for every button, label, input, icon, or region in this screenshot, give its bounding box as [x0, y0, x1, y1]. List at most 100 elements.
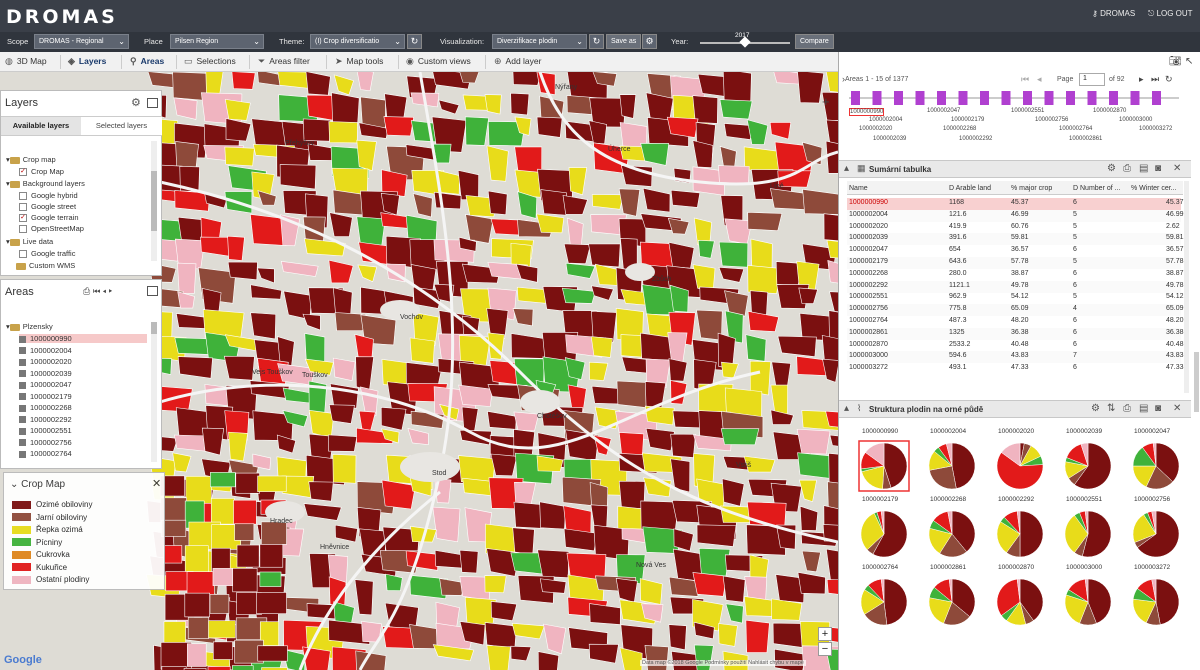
field-parcel[interactable]: [187, 643, 207, 667]
field-parcel[interactable]: [328, 404, 355, 424]
selector-marker[interactable]: [937, 91, 946, 105]
layer-google-hybrid[interactable]: Google hybrid: [19, 191, 78, 201]
pie-chart[interactable]: [926, 440, 978, 492]
tab-add-layer[interactable]: ⊕ Add layer: [494, 56, 541, 67]
field-parcel[interactable]: [259, 571, 282, 587]
field-parcel[interactable]: [187, 617, 210, 639]
field-parcel[interactable]: [256, 592, 287, 614]
field-parcel[interactable]: [459, 549, 479, 574]
field-parcel[interactable]: [259, 544, 284, 568]
selector-marker[interactable]: [1066, 91, 1075, 105]
tab-areas[interactable]: ⚲ Areas: [130, 56, 164, 67]
settings-button[interactable]: ⚙: [642, 34, 657, 49]
right-panel-scrollbar[interactable]: [1194, 352, 1199, 412]
tab-selected-layers[interactable]: Selected layers: [81, 116, 162, 136]
place-select[interactable]: Pilsen Region ⌄: [170, 34, 264, 49]
field-parcel[interactable]: [233, 499, 257, 525]
area-list-item[interactable]: 1000002039: [19, 369, 72, 378]
field-parcel[interactable]: [236, 544, 260, 568]
field-parcel[interactable]: [749, 290, 769, 316]
field-parcel[interactable]: [207, 666, 231, 670]
area-list-item[interactable]: 1000002047: [19, 380, 72, 389]
layer-openstreetmap[interactable]: OpenStreetMap: [19, 224, 84, 234]
field-parcel[interactable]: [209, 594, 230, 614]
field-parcel[interactable]: [163, 545, 183, 564]
close-icon[interactable]: ✕: [152, 477, 161, 490]
pager-next-icon[interactable]: ▸: [1139, 74, 1144, 85]
first-page-icon[interactable]: ⏮: [93, 286, 101, 296]
checkbox-icon[interactable]: [19, 225, 27, 234]
field-parcel[interactable]: [210, 472, 236, 488]
field-parcel[interactable]: [279, 164, 317, 190]
zoom-out-button[interactable]: −: [818, 642, 832, 656]
tab-selections[interactable]: ▭ Selections: [184, 56, 236, 67]
chevron-down-icon[interactable]: ⌄: [10, 479, 21, 490]
field-parcel[interactable]: [747, 212, 783, 231]
field-parcel[interactable]: [261, 521, 287, 545]
field-parcel[interactable]: [668, 358, 688, 382]
minimize-icon[interactable]: [147, 98, 158, 108]
field-parcel[interactable]: [590, 336, 613, 358]
field-parcel[interactable]: [484, 575, 507, 593]
zoom-in-button[interactable]: +: [818, 627, 832, 641]
prev-icon[interactable]: ◂: [103, 286, 106, 296]
field-parcel[interactable]: [302, 118, 331, 142]
pie-chart[interactable]: [1062, 440, 1114, 492]
gear-icon[interactable]: ⚙: [1091, 403, 1100, 414]
field-parcel[interactable]: [540, 189, 567, 216]
field-parcel[interactable]: [224, 99, 251, 121]
save-icon[interactable]: ▤: [1139, 403, 1148, 414]
field-parcel[interactable]: [384, 93, 408, 120]
save-icon[interactable]: ▤: [1139, 163, 1148, 174]
field-parcel[interactable]: [224, 146, 255, 167]
theme-select[interactable]: (I) Crop diversificatio ⌄: [310, 34, 405, 49]
pie-chart[interactable]: [926, 508, 978, 560]
field-parcel[interactable]: [718, 623, 738, 647]
field-parcel[interactable]: [719, 99, 753, 120]
selector-marker[interactable]: [915, 91, 925, 105]
camera-icon[interactable]: ◙: [1155, 403, 1161, 414]
area-list-item[interactable]: 1000002179: [19, 392, 72, 401]
field-parcel[interactable]: [405, 362, 443, 386]
layer-google-terrain[interactable]: ✓ Google terrain: [19, 213, 79, 223]
field-parcel[interactable]: [161, 666, 187, 670]
compare-button[interactable]: Compare: [795, 34, 834, 49]
field-parcel[interactable]: [484, 94, 502, 115]
export-icon[interactable]: ⎙: [83, 286, 90, 296]
field-parcel[interactable]: [210, 498, 235, 525]
field-parcel[interactable]: [432, 506, 461, 543]
field-parcel[interactable]: [749, 360, 771, 396]
layer-group-live-data[interactable]: ▾ Live data: [6, 237, 53, 246]
field-parcel[interactable]: [588, 243, 621, 268]
field-parcel[interactable]: [257, 475, 287, 492]
selector-marker[interactable]: [980, 91, 989, 105]
field-parcel[interactable]: [616, 380, 649, 409]
layers-scrollbar[interactable]: [151, 141, 157, 261]
checkbox-checked-icon[interactable]: ✓: [19, 214, 27, 223]
table-column-header[interactable]: % major crop: [1011, 185, 1052, 192]
close-icon[interactable]: ✕: [1173, 163, 1181, 174]
field-parcel[interactable]: [328, 434, 358, 452]
tab-layers[interactable]: ◈ Layers: [68, 56, 106, 67]
field-parcel[interactable]: [184, 545, 209, 574]
field-parcel[interactable]: [212, 568, 234, 586]
field-parcel[interactable]: [670, 189, 701, 208]
logout-button[interactable]: ⎋ LOG OUT: [1148, 9, 1193, 19]
areas-nav-icons[interactable]: ⎙ ⏮ ◂ ▸: [83, 286, 112, 297]
export-icon[interactable]: ⎙: [1123, 403, 1131, 414]
field-parcel[interactable]: [213, 641, 233, 660]
field-parcel[interactable]: [332, 357, 356, 381]
selector-marker[interactable]: [1023, 91, 1032, 105]
selector-marker[interactable]: [1001, 91, 1011, 105]
field-parcel[interactable]: [184, 592, 210, 618]
field-parcel[interactable]: [227, 235, 245, 261]
table-column-header[interactable]: D Arable land: [949, 185, 991, 192]
area-group-plzensky[interactable]: ▾ Plzensky: [6, 322, 53, 331]
field-parcel[interactable]: [161, 519, 187, 537]
visualization-select[interactable]: Diverzifikace plodin ⌄: [492, 34, 587, 49]
field-parcel[interactable]: [185, 476, 212, 504]
pie-chart[interactable]: [994, 440, 1046, 492]
pager-last-icon[interactable]: ⏭: [1151, 74, 1159, 85]
field-parcel[interactable]: [250, 312, 277, 340]
field-parcel[interactable]: [513, 411, 540, 432]
